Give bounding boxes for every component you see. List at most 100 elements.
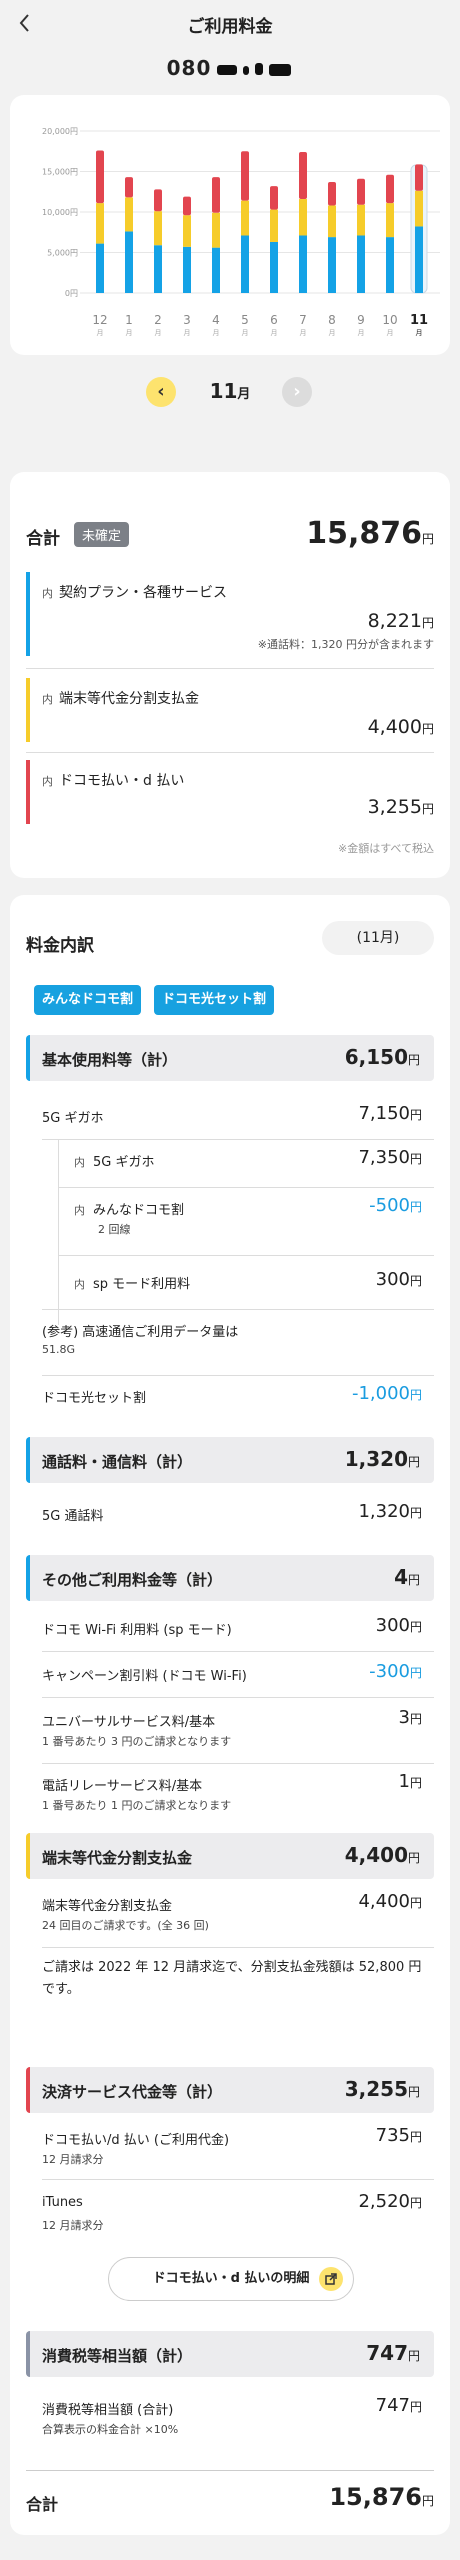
status-badge: 未確定: [74, 522, 130, 547]
next-month-button[interactable]: ›: [282, 377, 312, 407]
category-color-bar: [26, 572, 30, 656]
bar-segment: [328, 237, 336, 293]
bar-segment: [212, 212, 220, 248]
row-5g-gigaho-sub: 内 5G ギガホ 7,350円: [74, 1147, 422, 1170]
row-device-installment: 端末等代金分割支払金 24 回目のご請求です。(全 36 回) 4,400円: [42, 1891, 422, 1932]
bar-segment: [183, 196, 191, 216]
summary-card: 合計 未確定 15,876円 内契約プラン・各種サービス 8,221円 ※通話料…: [10, 472, 450, 878]
bar-segment: [241, 151, 249, 201]
stacked-bar-chart: 20,000円 15,000円 10,000円 5,000円 0円 12 月 1 月 2 月 3 月 4 月…: [42, 127, 440, 337]
x-tick-unit: 月: [387, 329, 394, 337]
x-tick-label: 4: [212, 313, 220, 327]
bar-segment: [183, 215, 191, 247]
breakdown-card: 料金内訳 (11月) みんなドコモ割 ドコモ光セット割 基本使用料等（計） 6,…: [10, 895, 450, 2535]
bar-segment: [357, 178, 365, 205]
row-universal: ユニバーサルサービス料/基本 1 番号あたり 3 円のご請求となります 3円: [42, 1707, 422, 1748]
installment-info: ご請求は 2022 年 12 月請求迄で、分割支払金残額は 52,800 円です…: [42, 1960, 422, 1997]
page-title: ご利用料金: [187, 17, 273, 37]
divider: [26, 668, 434, 669]
row-data-usage: (参考) 高速通信ご利用データ量は 51.8G: [42, 1325, 239, 1356]
section-basic: 基本使用料等（計） 6,150円: [26, 1035, 434, 1081]
y-tick-label: 10,000円: [42, 208, 78, 217]
y-tick-label: 5,000円: [47, 249, 78, 258]
bar-segment: [154, 245, 162, 293]
x-tick-label: 9: [357, 313, 365, 327]
x-tick-unit: 月: [329, 329, 336, 337]
bar-segment: [154, 189, 162, 212]
bar-segment: [241, 235, 249, 293]
bar-segment: [96, 203, 104, 244]
row-relay: 電話リレーサービス料/基本 1 番号あたり 1 円のご請求となります 1円: [42, 1771, 422, 1812]
x-tick-unit: 月: [126, 329, 133, 337]
chevron-right-icon: ›: [293, 381, 301, 402]
current-month-label: 11月: [209, 379, 251, 403]
bar-segment: [154, 211, 162, 246]
section-call: 通話料・通信料（計） 1,320円: [26, 1437, 434, 1483]
bar-segment: [212, 247, 220, 293]
y-tick-label: 0円: [65, 289, 78, 298]
x-tick-label: 10: [382, 313, 397, 327]
x-tick-label: 6: [270, 313, 278, 327]
summary-item-device[interactable]: 内端末等代金分割支払金 4,400円: [26, 678, 434, 742]
category-amount: 8,221円: [367, 610, 434, 632]
bar-segment: [212, 177, 220, 213]
total-label: 合計: [26, 529, 60, 549]
phone-prefix: 080: [166, 56, 212, 80]
bar-segment: [299, 199, 307, 236]
total-label: 合計: [26, 2495, 59, 2514]
bar-segment: [270, 209, 278, 242]
row-tax-total: 消費税等相当額 (合計) 合算表示の料金合計 ×10% 747円: [42, 2395, 422, 2436]
section-device: 端末等代金分割支払金 4,400円: [26, 1833, 434, 1879]
bar-segment: [183, 246, 191, 293]
row-campaign: キャンペーン割引料 (ドコモ Wi-Fi) -300円: [42, 1661, 422, 1684]
tax-note: ※金額はすべて税込: [337, 842, 434, 855]
bar-segment: [299, 235, 307, 293]
monthly-bill-chart: 20,000円 15,000円 10,000円 5,000円 0円 12 月 1 月 2 月 3 月 4 月…: [10, 95, 450, 355]
x-tick-label: 1: [125, 313, 133, 327]
row-5g-gigaho: 5G ギガホ 7,150円: [42, 1103, 422, 1126]
bar-segment: [299, 152, 307, 200]
bar-segment: [386, 237, 394, 293]
x-tick-label: 2: [154, 313, 162, 327]
section-payment: 決済サービス代金等（計） 3,255円: [26, 2067, 434, 2113]
x-tick-label: 3: [183, 313, 191, 327]
header: ご利用料金: [0, 0, 460, 50]
bar-segment: [328, 182, 336, 206]
bar-segment: [125, 197, 133, 232]
bar-segment: [241, 200, 249, 236]
x-tick-unit: 月: [213, 329, 220, 337]
bar-segment: [96, 243, 104, 293]
x-tick-unit: 月: [358, 329, 365, 337]
x-tick-unit: 月: [242, 329, 249, 337]
summary-item-plan[interactable]: 内契約プラン・各種サービス 8,221円 ※通話料：1,320 円分が含まれます: [26, 572, 434, 656]
x-tick-label: 12: [92, 313, 107, 327]
category-color-bar: [26, 678, 30, 742]
x-tick-label: 7: [299, 313, 307, 327]
payment-detail-link-button[interactable]: ドコモ払い・d 払いの明細: [108, 2257, 354, 2301]
bar-segment: [357, 204, 365, 236]
bar-segment: [125, 231, 133, 293]
row-wifi: ドコモ Wi-Fi 利用料 (sp モード) 300円: [42, 1615, 422, 1638]
total-amount: 15,876円: [306, 516, 434, 551]
summary-item-payment[interactable]: 内ドコモ払い・d 払い 3,255円: [26, 760, 434, 824]
discount-tag-hikari: ドコモ光セット割: [154, 985, 275, 1015]
phone-number: 080: [0, 56, 460, 80]
y-tick-label: 15,000円: [42, 168, 78, 177]
bar-segment: [96, 150, 104, 204]
category-name: 端末等代金分割支払金: [59, 691, 199, 707]
row-minna-docomo-wari: 内みんなドコモ割 2 回線 -500円: [74, 1195, 422, 1236]
category-color-bar: [26, 760, 30, 824]
discount-tag-minna: みんなドコモ割: [34, 985, 142, 1015]
section-other: その他ご利用料金等（計） 4円: [26, 1555, 434, 1601]
bar-segment: [125, 177, 133, 198]
bar-segment: [415, 164, 423, 191]
bar-segment: [386, 174, 394, 204]
phone-mask: [211, 61, 293, 79]
category-amount: 4,400円: [367, 716, 434, 738]
row-docomo-pay: ドコモ払い/d 払い (ご利用代金) 12 月請求分 735円: [42, 2125, 422, 2166]
x-tick-label: 11: [410, 313, 428, 328]
row-sp-mode: 内 sp モード利用料 300円: [74, 1269, 422, 1292]
section-tax: 消費税等相当額（計） 747円: [26, 2331, 434, 2377]
month-select[interactable]: (11月): [322, 921, 434, 955]
x-tick-unit: 月: [416, 329, 423, 337]
